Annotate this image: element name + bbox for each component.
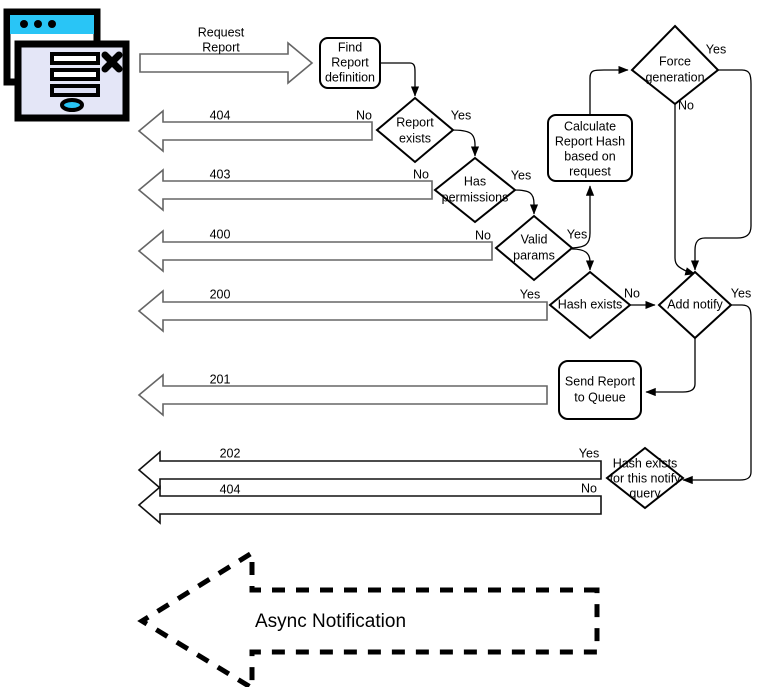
edge-label-add-notify-yes: Yes (731, 286, 751, 300)
edge-label-hash-exists-no: No (624, 286, 640, 300)
diagram-canvas: Find Report definition Report exists Has… (0, 0, 761, 687)
edge-label-valid-params-yes: Yes (567, 227, 587, 241)
message-code: 404 (210, 108, 231, 122)
node-label-line: to Queue (574, 390, 625, 404)
message-response-400-bad-request: 400 (137, 227, 493, 273)
node-add-notify: Add notify (657, 270, 733, 340)
async-notification-label: Async Notification (255, 611, 406, 632)
message-label: Request (198, 25, 245, 39)
connector-has-permissions-yes-to-valid-params (513, 189, 539, 215)
message-request-report: Request Report (139, 25, 314, 85)
node-label-line: Force (659, 54, 691, 68)
edge-label-notify-query-no: No (581, 481, 597, 495)
message-code: 403 (210, 167, 231, 181)
flowchart-svg: Find Report definition Report exists Has… (3, 8, 752, 687)
connector-find-to-report-exists (381, 62, 420, 97)
edge-label-report-exists-no: No (356, 108, 372, 122)
node-label-line: definition (325, 70, 375, 84)
node-find-report-definition: Find Report definition (319, 37, 381, 89)
edge-label-valid-params-no: No (475, 228, 491, 242)
message-response-200-ok: 200 (137, 287, 548, 333)
node-label-line: generation (645, 70, 704, 84)
node-has-permissions: Has permissions (433, 156, 517, 224)
message-response-404-notify: 404 (137, 482, 602, 525)
node-valid-params: Valid params (494, 214, 574, 282)
node-label-line: Has (464, 174, 486, 188)
node-label-line: based on (564, 149, 615, 163)
node-label-line: Calculate (564, 119, 616, 133)
edge-label-force-generation-yes: Yes (706, 42, 726, 56)
node-force-generation: Force generation (630, 24, 720, 106)
message-label: Report (202, 40, 240, 54)
edge-label-hash-exists-yes: Yes (520, 287, 540, 301)
edge-label-has-permissions-yes: Yes (511, 168, 531, 182)
node-label-line: permissions (442, 190, 509, 204)
node-label-line: for this notify (610, 471, 682, 485)
message-response-201-created: 201 (137, 372, 548, 417)
connector-calculate-hash-to-force-generation (589, 65, 629, 115)
node-label-line: query (629, 486, 661, 500)
node-hash-exists-notify-query: Hash exists for this notify query (605, 446, 685, 510)
node-label-line: Add notify (667, 297, 723, 311)
message-code: 404 (220, 482, 241, 496)
node-label-line: request (569, 164, 611, 178)
node-label-line: Hash exists (558, 297, 623, 311)
edge-label-report-exists-yes: Yes (451, 108, 471, 122)
node-report-exists: Report exists (375, 96, 455, 164)
message-code: 400 (210, 227, 231, 241)
message-code: 201 (210, 372, 231, 386)
node-label-line: Report (331, 55, 369, 69)
edge-label-force-generation-no: No (678, 98, 694, 112)
edge-label-has-permissions-no: No (413, 167, 429, 181)
node-label-line: Valid (521, 232, 548, 246)
edge-label-notify-query-yes: Yes (579, 446, 599, 460)
connector-force-generation-no-to-add-notify (674, 104, 696, 276)
node-send-report-to-queue: Send Report to Queue (558, 360, 642, 420)
connector-add-notify-to-send-report-queue (645, 337, 696, 397)
node-label-line: Find (338, 40, 362, 54)
node-hash-exists: Hash exists (548, 270, 632, 340)
connector-valid-params-yes-to-hash-exists (571, 248, 595, 271)
message-response-202-accepted: 202 (137, 446, 602, 490)
node-label-line: Hash exists (613, 456, 678, 470)
node-label-line: Report Hash (555, 134, 625, 148)
node-label-line: exists (399, 131, 431, 145)
node-calculate-report-hash: Calculate Report Hash based on request (547, 114, 633, 182)
browser-windows-icon (3, 8, 130, 122)
node-label-line: Send Report (565, 374, 636, 388)
async-notification-arrow: Async Notification (137, 548, 600, 687)
connector-force-generation-yes-loop-to-add-notify (690, 69, 752, 271)
close-icon (101, 51, 123, 73)
message-code: 200 (210, 287, 231, 301)
message-response-404-not-found: 404 (137, 108, 373, 153)
message-response-403-forbidden: 403 (137, 167, 433, 212)
node-label-line: Report (396, 115, 434, 129)
node-label-line: params (513, 248, 555, 262)
connector-report-exists-yes-to-has-permissions (450, 129, 480, 157)
message-code: 202 (220, 446, 241, 460)
